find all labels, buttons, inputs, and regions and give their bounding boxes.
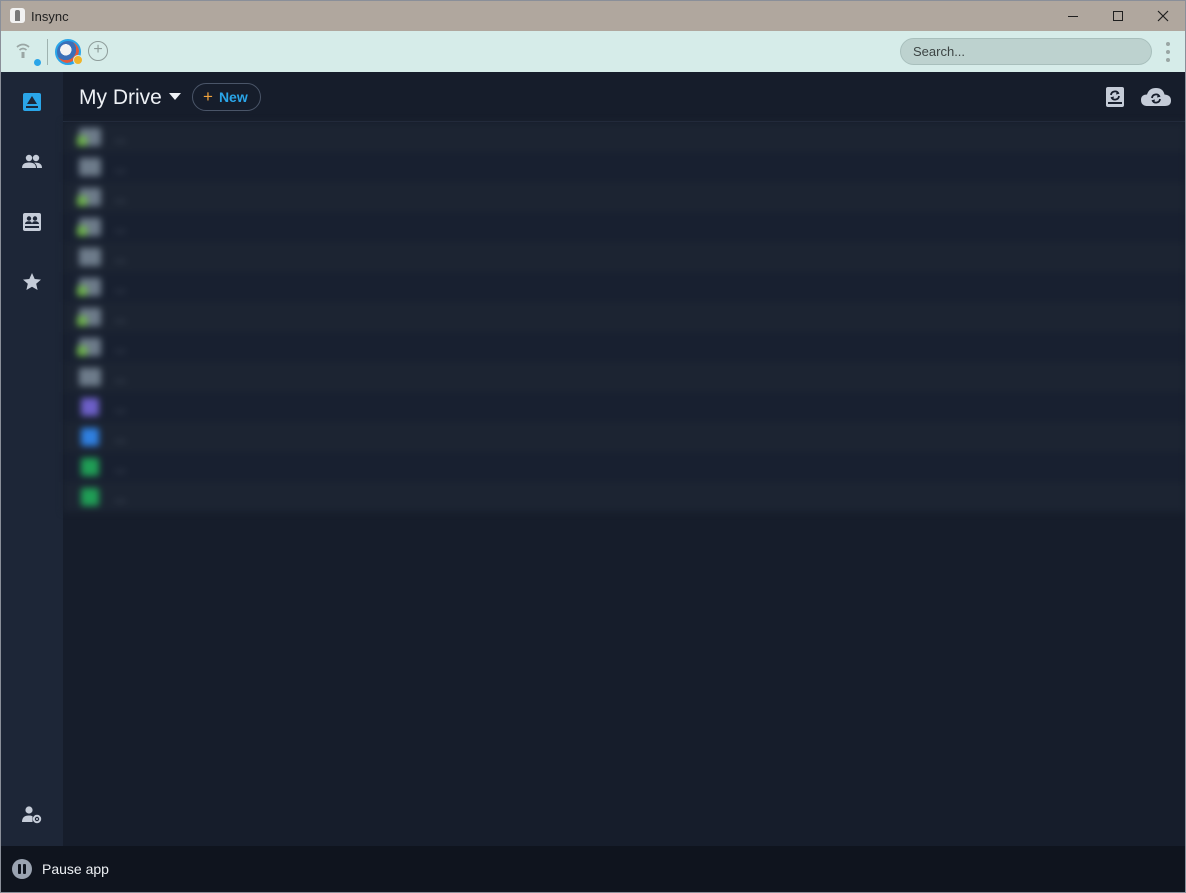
file-name: ... (115, 400, 126, 415)
pause-app-button[interactable]: Pause app (42, 861, 109, 877)
sidebar-item-my-drive[interactable] (12, 82, 52, 122)
file-name: ... (115, 160, 126, 175)
page-title[interactable]: My Drive (79, 86, 162, 110)
table-row[interactable]: ... (63, 272, 1185, 302)
shared-folder-icon (77, 308, 101, 326)
search-input[interactable] (900, 38, 1152, 65)
plus-icon: + (203, 87, 213, 106)
star-icon (23, 273, 41, 290)
shared-drive-icon (23, 213, 41, 231)
divider (47, 39, 48, 65)
table-row[interactable]: ... (63, 362, 1185, 392)
account-badge-icon (73, 55, 83, 65)
main-panel: My Drive + New ... ... ... ... ... ... .… (63, 72, 1185, 846)
spreadsheet-icon (81, 458, 99, 476)
table-row[interactable]: ... (63, 182, 1185, 212)
drive-icon (23, 93, 41, 111)
connection-status-dot (34, 59, 41, 66)
sidebar (1, 72, 63, 846)
shared-folder-icon (77, 338, 101, 356)
sidebar-item-shared-with-me[interactable] (12, 142, 52, 182)
file-name: ... (115, 190, 126, 205)
file-name: ... (115, 460, 126, 475)
shared-folder-icon (77, 188, 101, 206)
app-window: Insync + Search... My Drive + New ... ..… (0, 0, 1186, 893)
file-name: ... (115, 370, 126, 385)
table-row[interactable]: ... (63, 242, 1185, 272)
local-sync-icon (1106, 87, 1124, 107)
table-row[interactable]: ... (63, 122, 1185, 152)
insync-logo-icon (10, 8, 25, 23)
file-name: ... (115, 340, 126, 355)
sidebar-item-account-settings[interactable] (12, 795, 52, 835)
table-row[interactable]: ... (63, 482, 1185, 512)
table-row[interactable]: ... (63, 422, 1185, 452)
people-icon (22, 154, 42, 168)
file-name: ... (115, 280, 126, 295)
main-header: My Drive + New (63, 72, 1185, 122)
new-button[interactable]: + New (192, 83, 261, 111)
sidebar-item-starred[interactable] (12, 262, 52, 302)
close-button[interactable] (1140, 1, 1185, 31)
folder-icon (79, 248, 101, 266)
file-icon (81, 398, 99, 416)
folder-icon (79, 158, 101, 176)
wifi-signal-icon[interactable] (14, 41, 32, 59)
minimize-button[interactable] (1050, 1, 1096, 31)
new-button-label: New (218, 89, 248, 105)
footer: Pause app (1, 846, 1185, 892)
cloud-sync-icon (1141, 88, 1171, 106)
file-name: ... (115, 430, 126, 445)
file-name: ... (115, 490, 126, 505)
table-row[interactable]: ... (63, 332, 1185, 362)
close-icon (1157, 10, 1169, 22)
kebab-menu-icon[interactable] (1165, 42, 1171, 62)
file-name: ... (115, 130, 126, 145)
file-name: ... (115, 310, 126, 325)
table-row[interactable]: ... (63, 212, 1185, 242)
shared-folder-icon (77, 278, 101, 296)
file-icon (81, 428, 99, 446)
table-row[interactable]: ... (63, 452, 1185, 482)
window-title: Insync (31, 9, 69, 24)
shared-folder-icon (77, 128, 101, 146)
local-sync-button[interactable] (1101, 84, 1129, 110)
file-name: ... (115, 250, 126, 265)
table-row[interactable]: ... (63, 302, 1185, 332)
cloud-sync-button[interactable] (1139, 84, 1173, 110)
add-account-button[interactable]: + (88, 41, 108, 61)
chevron-down-icon[interactable] (169, 93, 181, 100)
table-row[interactable]: ... (63, 392, 1185, 422)
maximize-button[interactable] (1095, 1, 1141, 31)
shared-folder-icon (77, 218, 101, 236)
maximize-icon (1113, 11, 1123, 21)
spreadsheet-icon (81, 488, 99, 506)
account-bar: + (1, 31, 1185, 72)
table-row[interactable]: ... (63, 152, 1185, 182)
folder-icon (79, 368, 101, 386)
user-settings-icon (22, 806, 42, 824)
file-name: ... (115, 220, 126, 235)
minimize-icon (1068, 15, 1078, 17)
file-list: ... ... ... ... ... ... ... ... ... ... … (63, 122, 1185, 512)
title-bar[interactable]: Insync (1, 1, 1185, 31)
sidebar-item-shared-drives[interactable] (12, 202, 52, 242)
pause-icon[interactable] (12, 859, 32, 879)
